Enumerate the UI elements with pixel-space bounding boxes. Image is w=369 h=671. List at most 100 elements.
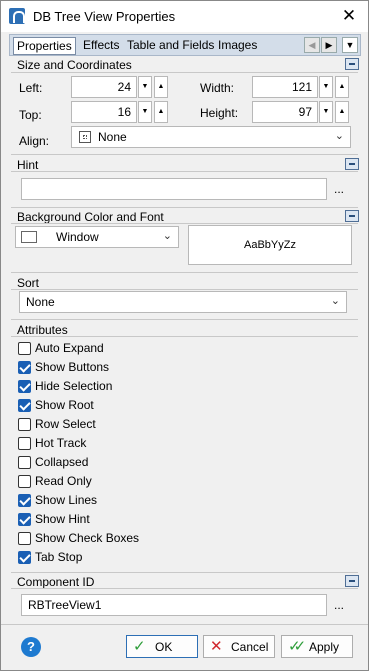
checkbox-checked[interactable]: [18, 361, 31, 374]
checkbox-label: Show Root: [35, 398, 94, 412]
left-label: Left:: [19, 81, 43, 95]
divider: [11, 207, 358, 208]
tab-list-dropdown-icon[interactable]: ▼: [342, 37, 358, 53]
tab-bar: Properties Effects Table and Fields Imag…: [9, 34, 361, 56]
tab-scroll-left-icon[interactable]: ◀: [304, 37, 320, 53]
checkbox-unchecked[interactable]: [18, 532, 31, 545]
divider: [11, 336, 358, 337]
left-decrement-icon[interactable]: ▼: [138, 76, 152, 98]
checkbox-label: Show Hint: [35, 512, 90, 526]
checkbox-label: Hide Selection: [35, 379, 113, 393]
section-title-component-id: Component ID: [17, 575, 95, 589]
tab-table-and-fields[interactable]: Table and Fields: [124, 37, 217, 55]
height-label: Height:: [200, 106, 239, 120]
width-label: Width:: [200, 81, 235, 95]
collapse-component-id-icon[interactable]: [345, 575, 359, 587]
section-title-attributes: Attributes: [17, 323, 68, 337]
checkbox-checked[interactable]: [18, 513, 31, 526]
divider: [11, 223, 358, 224]
width-input[interactable]: 121: [252, 76, 318, 98]
app-icon: [9, 8, 25, 24]
section-title-sort: Sort: [17, 276, 40, 290]
collapse-size-icon[interactable]: [345, 58, 359, 70]
align-select[interactable]: None ⌄: [71, 126, 351, 148]
collapse-hint-icon[interactable]: [345, 158, 359, 170]
checkbox-label: Auto Expand: [35, 341, 104, 355]
collapse-bg-font-icon[interactable]: [345, 210, 359, 222]
checkbox-checked[interactable]: [18, 494, 31, 507]
hint-ellipsis-button[interactable]: ...: [331, 182, 347, 196]
chevron-down-icon: ⌄: [162, 230, 172, 242]
sort-value: None: [26, 295, 55, 309]
width-decrement-icon[interactable]: ▼: [319, 76, 333, 98]
divider: [11, 171, 358, 172]
font-preview-button[interactable]: AaBbYyZz: [188, 225, 352, 265]
component-id-ellipsis-button[interactable]: ...: [331, 598, 347, 612]
dialog-window: DB Tree View Properties ✕ Properties Eff…: [0, 0, 369, 671]
chevron-down-icon: ⌄: [330, 295, 340, 307]
left-increment-icon[interactable]: ▲: [154, 76, 168, 98]
checkbox-unchecked[interactable]: [18, 475, 31, 488]
top-decrement-icon[interactable]: ▼: [138, 101, 152, 123]
background-color-select[interactable]: Window ⌄: [15, 226, 179, 248]
checkbox-label: Read Only: [35, 474, 92, 488]
checkbox-checked[interactable]: [18, 551, 31, 564]
divider: [11, 572, 358, 573]
divider: [11, 319, 358, 320]
tab-images[interactable]: Images: [215, 37, 260, 55]
title-bar: DB Tree View Properties ✕: [1, 1, 368, 32]
divider: [11, 588, 358, 589]
align-label: Align:: [19, 134, 50, 148]
ok-button[interactable]: ✓ OK: [126, 635, 198, 658]
x-icon: ✕: [210, 638, 223, 655]
check-icon: ✓: [133, 638, 146, 655]
hint-input[interactable]: [21, 178, 327, 200]
top-label: Top:: [19, 108, 42, 122]
top-input[interactable]: 16: [71, 101, 137, 123]
checkbox-unchecked[interactable]: [18, 456, 31, 469]
width-increment-icon[interactable]: ▲: [335, 76, 349, 98]
component-id-input[interactable]: RBTreeView1: [21, 594, 327, 616]
divider: [11, 154, 358, 155]
tab-effects[interactable]: Effects: [80, 37, 122, 55]
apply-button[interactable]: ✓✓ Apply: [281, 635, 353, 658]
checkbox-label: Row Select: [35, 417, 96, 431]
checkbox-label: Tab Stop: [35, 550, 83, 564]
checkbox-checked[interactable]: [18, 399, 31, 412]
tab-scroll-right-icon[interactable]: ▶: [321, 37, 337, 53]
checkbox-label: Hot Track: [35, 436, 87, 450]
window-title: DB Tree View Properties: [33, 9, 176, 24]
checkbox-label: Show Check Boxes: [35, 531, 140, 545]
checkbox-unchecked[interactable]: [18, 418, 31, 431]
help-icon[interactable]: ?: [21, 637, 41, 657]
align-value: None: [98, 130, 127, 144]
top-increment-icon[interactable]: ▲: [154, 101, 168, 123]
background-color-value: Window: [56, 230, 99, 244]
cancel-button[interactable]: ✕ Cancel: [203, 635, 275, 658]
height-increment-icon[interactable]: ▲: [335, 101, 349, 123]
section-title-bg-font: Background Color and Font: [17, 210, 164, 224]
section-title-hint: Hint: [17, 158, 39, 172]
close-button[interactable]: ✕: [339, 6, 359, 26]
align-none-icon: [79, 131, 91, 143]
checkbox-unchecked[interactable]: [18, 342, 31, 355]
tab-properties[interactable]: Properties: [13, 37, 76, 55]
double-check-icon: ✓✓: [288, 638, 306, 655]
sort-select[interactable]: None ⌄: [19, 291, 347, 313]
checkbox-checked[interactable]: [18, 380, 31, 393]
checkbox-label: Show Buttons: [35, 360, 110, 374]
divider: [11, 289, 358, 290]
divider: [11, 72, 358, 73]
section-title-size: Size and Coordinates: [17, 58, 132, 72]
divider: [11, 272, 358, 273]
height-decrement-icon[interactable]: ▼: [319, 101, 333, 123]
left-input[interactable]: 24: [71, 76, 137, 98]
checkbox-unchecked[interactable]: [18, 437, 31, 450]
divider: [1, 624, 368, 625]
checkbox-label: Show Lines: [35, 493, 98, 507]
chevron-down-icon: ⌄: [334, 130, 344, 142]
checkbox-label: Collapsed: [35, 455, 89, 469]
height-input[interactable]: 97: [252, 101, 318, 123]
font-preview-text: AaBbYyZz: [244, 239, 296, 251]
color-swatch: [21, 231, 37, 243]
